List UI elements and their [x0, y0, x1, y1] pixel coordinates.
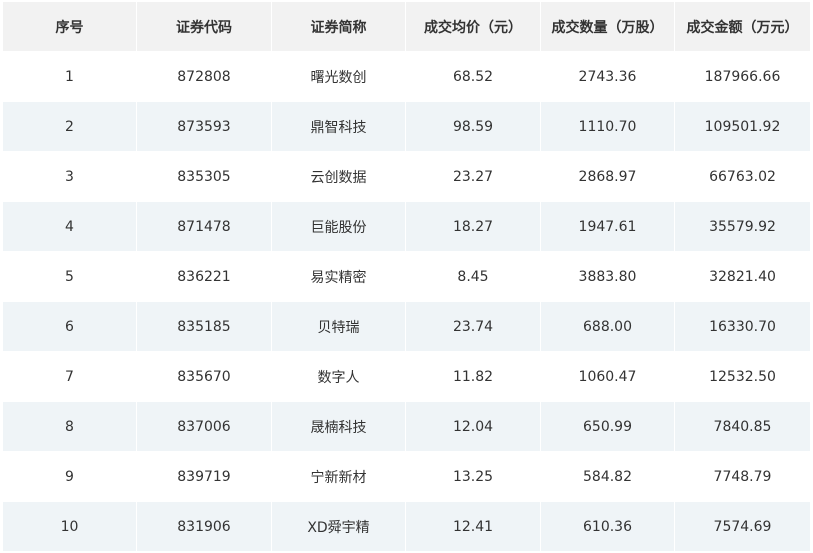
table-row: 6 835185 贝特瑞 23.74 688.00 16330.70 [3, 302, 811, 352]
cell-volume: 1110.70 [541, 102, 675, 152]
cell-volume: 610.36 [541, 502, 675, 552]
cell-amount: 187966.66 [675, 52, 811, 102]
cell-amount: 109501.92 [675, 102, 811, 152]
cell-volume: 1060.47 [541, 352, 675, 402]
cell-avg-price: 13.25 [406, 452, 541, 502]
cell-volume: 2743.36 [541, 52, 675, 102]
cell-index: 5 [3, 252, 137, 302]
cell-security-name: XD舜宇精 [272, 502, 406, 552]
cell-security-code: 839719 [137, 452, 272, 502]
cell-volume: 650.99 [541, 402, 675, 452]
cell-avg-price: 98.59 [406, 102, 541, 152]
cell-avg-price: 23.74 [406, 302, 541, 352]
cell-security-name: 贝特瑞 [272, 302, 406, 352]
header-index: 序号 [3, 2, 137, 52]
cell-volume: 3883.80 [541, 252, 675, 302]
cell-index: 1 [3, 52, 137, 102]
table-row: 2 873593 鼎智科技 98.59 1110.70 109501.92 [3, 102, 811, 152]
trading-table-container: 序号 证券代码 证券简称 成交均价（元） 成交数量（万股） 成交金额（万元） 1… [3, 2, 811, 552]
cell-avg-price: 8.45 [406, 252, 541, 302]
table-row: 8 837006 晟楠科技 12.04 650.99 7840.85 [3, 402, 811, 452]
cell-security-name: 云创数据 [272, 152, 406, 202]
cell-security-code: 872808 [137, 52, 272, 102]
cell-index: 2 [3, 102, 137, 152]
cell-avg-price: 12.41 [406, 502, 541, 552]
header-security-name: 证券简称 [272, 2, 406, 52]
cell-security-name: 易实精密 [272, 252, 406, 302]
cell-avg-price: 68.52 [406, 52, 541, 102]
table-row: 5 836221 易实精密 8.45 3883.80 32821.40 [3, 252, 811, 302]
cell-volume: 688.00 [541, 302, 675, 352]
cell-index: 7 [3, 352, 137, 402]
cell-security-name: 数字人 [272, 352, 406, 402]
cell-security-code: 836221 [137, 252, 272, 302]
table-header-row: 序号 证券代码 证券简称 成交均价（元） 成交数量（万股） 成交金额（万元） [3, 2, 811, 52]
cell-security-name: 鼎智科技 [272, 102, 406, 152]
cell-avg-price: 18.27 [406, 202, 541, 252]
cell-security-code: 837006 [137, 402, 272, 452]
cell-avg-price: 23.27 [406, 152, 541, 202]
cell-amount: 35579.92 [675, 202, 811, 252]
cell-amount: 16330.70 [675, 302, 811, 352]
cell-index: 10 [3, 502, 137, 552]
cell-security-code: 831906 [137, 502, 272, 552]
cell-security-code: 835305 [137, 152, 272, 202]
cell-index: 3 [3, 152, 137, 202]
cell-security-code: 873593 [137, 102, 272, 152]
cell-security-name: 巨能股份 [272, 202, 406, 252]
cell-avg-price: 12.04 [406, 402, 541, 452]
cell-amount: 32821.40 [675, 252, 811, 302]
cell-volume: 1947.61 [541, 202, 675, 252]
cell-index: 4 [3, 202, 137, 252]
table-row: 4 871478 巨能股份 18.27 1947.61 35579.92 [3, 202, 811, 252]
cell-index: 8 [3, 402, 137, 452]
header-volume: 成交数量（万股） [541, 2, 675, 52]
table-row: 3 835305 云创数据 23.27 2868.97 66763.02 [3, 152, 811, 202]
cell-volume: 584.82 [541, 452, 675, 502]
table-row: 10 831906 XD舜宇精 12.41 610.36 7574.69 [3, 502, 811, 552]
cell-index: 9 [3, 452, 137, 502]
table-row: 9 839719 宁新新材 13.25 584.82 7748.79 [3, 452, 811, 502]
cell-index: 6 [3, 302, 137, 352]
trading-table: 序号 证券代码 证券简称 成交均价（元） 成交数量（万股） 成交金额（万元） 1… [3, 2, 811, 552]
cell-security-code: 835670 [137, 352, 272, 402]
cell-security-code: 871478 [137, 202, 272, 252]
cell-volume: 2868.97 [541, 152, 675, 202]
cell-amount: 7574.69 [675, 502, 811, 552]
cell-amount: 7748.79 [675, 452, 811, 502]
cell-security-name: 晟楠科技 [272, 402, 406, 452]
cell-amount: 12532.50 [675, 352, 811, 402]
cell-security-name: 宁新新材 [272, 452, 406, 502]
header-avg-price: 成交均价（元） [406, 2, 541, 52]
cell-security-name: 曙光数创 [272, 52, 406, 102]
cell-amount: 7840.85 [675, 402, 811, 452]
table-row: 1 872808 曙光数创 68.52 2743.36 187966.66 [3, 52, 811, 102]
header-amount: 成交金额（万元） [675, 2, 811, 52]
cell-avg-price: 11.82 [406, 352, 541, 402]
header-security-code: 证券代码 [137, 2, 272, 52]
cell-amount: 66763.02 [675, 152, 811, 202]
table-row: 7 835670 数字人 11.82 1060.47 12532.50 [3, 352, 811, 402]
cell-security-code: 835185 [137, 302, 272, 352]
